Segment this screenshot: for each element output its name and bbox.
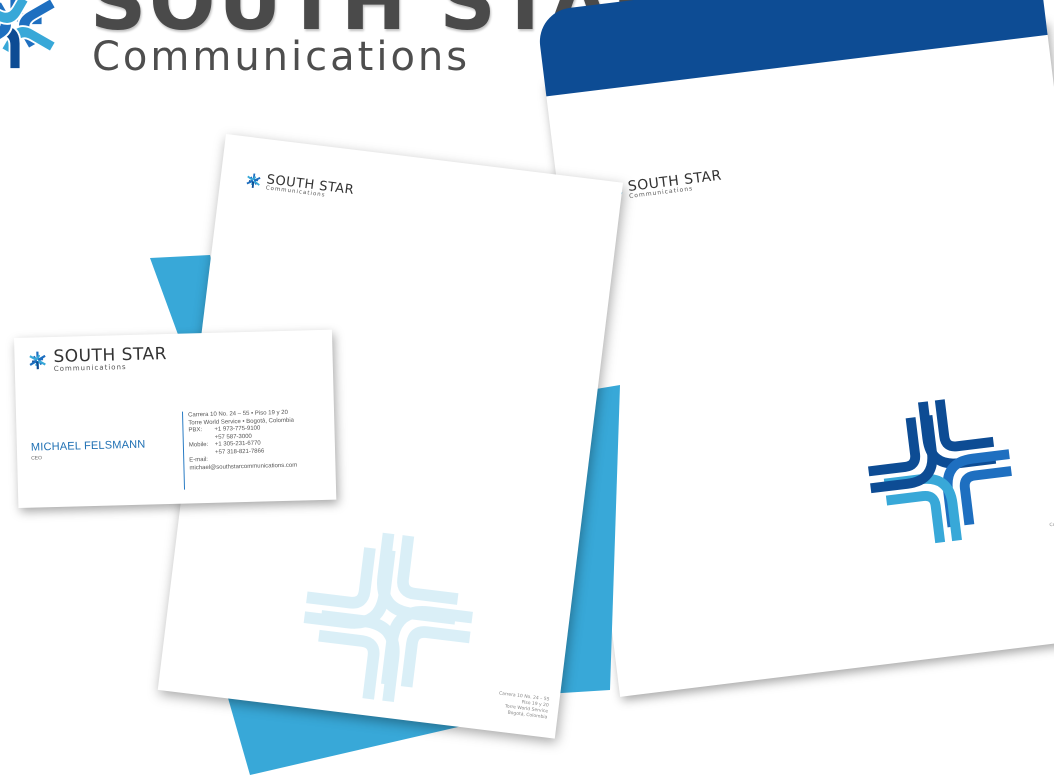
business-card: SOUTH STAR Communications MICHAEL FELSMA… [14, 329, 337, 508]
card-mobile-number: +57 318-821-7866 [214, 447, 265, 456]
star-logo-icon [245, 172, 262, 189]
card-person-role: CEO [31, 455, 43, 462]
star-logo-icon [27, 351, 48, 370]
card-divider [181, 411, 186, 490]
card-contact-info: Carrera 10 No. 24 – 55 • Piso 19 y 20 To… [188, 410, 297, 473]
card-logo: SOUTH STAR Communications [26, 344, 167, 374]
letterhead-logo: SOUTH STAR Communications [243, 171, 355, 203]
star-watermark-icon [868, 399, 1012, 544]
star-logo-icon [0, 0, 68, 72]
card-person-name: MICHAEL FELSMANN [30, 438, 146, 454]
star-watermark-icon [303, 532, 473, 703]
card-brand-subtitle: Communications [53, 363, 127, 373]
brand-subtitle: Communications [92, 34, 471, 80]
letterhead-address: Carrera 10 No. 24 – 55 Piso 19 y 20 Torr… [498, 691, 550, 721]
envelope-body [544, 19, 1054, 697]
